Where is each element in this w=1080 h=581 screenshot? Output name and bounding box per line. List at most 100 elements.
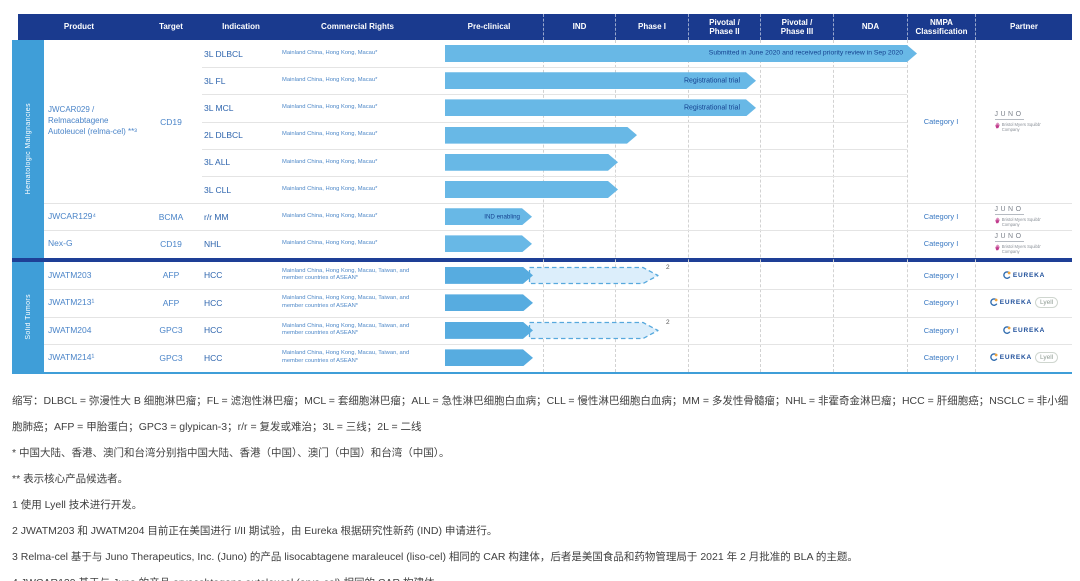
grid-line [833,40,834,372]
eureka-wordmark: EUREKA [999,299,1033,307]
column-header-nmpa: NMPA Classification [907,14,975,40]
nmpa-classification: Category I [923,325,959,335]
product-target: CD19 [160,116,182,127]
lyell-logo: Lyell [1035,352,1059,364]
column-header-ind: IND [543,14,615,40]
indication: 3L FL [204,75,226,86]
nmpa-classification: Category I [923,270,959,280]
phase-bar-preclinical: IND enabling [445,208,532,225]
partner-cell: JUNO Bristol Myers Squibb’ Company [975,203,1072,230]
eureka-icon [989,298,998,307]
column-header-commercial-rights: Commercial Rights [321,22,394,32]
partner-cell: JUNO Bristol Myers Squibb’ Company [975,230,1072,257]
footnote-ref: 2 [666,318,670,326]
grid-line [760,40,761,372]
commercial-rights: Mainland China, Hong Kong, Macau* [282,185,378,192]
eureka-logo: EUREKA [1002,271,1045,280]
nmpa-classification: Category I [923,353,959,363]
phase-bar-pivotal: Registrational trial [445,72,756,89]
phase-bar-phase1 [445,154,618,171]
indication: HCC [204,297,223,308]
nmpa-classification: Category I [923,117,959,127]
table-header: Product Target Indication Commercial Rig… [18,14,1072,40]
indication: 3L ALL [204,157,231,168]
eureka-wordmark: EUREKA [1012,271,1046,279]
footnote-3: 3 Relma-cel 基于与 Juno Therapeutics, Inc. … [12,551,858,563]
indication: HCC [204,352,223,363]
juno-wordmark: JUNO [994,110,1024,120]
section-label: Solid Tumors [24,293,32,340]
footnotes: 缩写：DLBCL = 弥漫性大 B 细胞淋巴瘤；FL = 滤泡性淋巴瘤；MCL … [12,388,1070,581]
nmpa-classification: Category I [923,212,959,222]
section-label: Hematologic Malignancies [24,103,32,195]
phase-bar-label: IND enabling [484,213,520,221]
phase-bar-preclinical [445,267,533,284]
eureka-logo: EUREKA [989,298,1032,307]
commercial-rights: Mainland China, Hong Kong, Macau, Taiwan… [282,267,410,282]
bms-company-label: Bristol Myers Squibb’ Company [1001,244,1041,255]
product-name: JWCAR129⁴ [48,211,97,222]
dashed-planned-phase-arrow [528,321,659,340]
commercial-rights: Mainland China, Hong Kong, Macau, Taiwan… [282,295,410,309]
footnote-abbreviations: 缩写：DLBCL = 弥漫性大 B 细胞淋巴瘤；FL = 滤泡性淋巴瘤；MCL … [12,395,1069,433]
column-header-indication: Indication [222,22,260,32]
eureka-icon [989,353,998,362]
footnote-2: 2 JWATM203 和 JWATM204 目前正在美国进行 I/II 期试验，… [12,525,498,537]
product-target: BCMA [158,211,184,222]
indication: 2L DLBCL [204,130,243,141]
juno-wordmark: JUNO [994,206,1024,216]
indication: HCC [204,325,223,336]
section-hematologic-malignancies: Hematologic Malignancies [12,40,44,258]
bms-hand-icon [994,122,1000,129]
phase-bar-pivotal: Registrational trial [445,99,756,116]
eureka-logo: EUREKA [1002,326,1045,335]
dashed-planned-phase-arrow [528,266,659,285]
juno-logo: JUNO Bristol Myers Squibb’ Company [994,206,1053,228]
product-target: AFP [162,270,180,281]
partner-cell: EUREKA Lyell [975,289,1072,317]
phase-bar-note: Submitted in June 2020 and received prio… [708,49,903,57]
product-name: JWATM213¹ [48,297,95,308]
pipeline-page: Product Target Indication Commercial Rig… [0,0,1080,581]
phase-bar-label: Registrational trial [683,77,740,85]
commercial-rights: Mainland China, Hong Kong, Macau* [282,131,378,138]
product-name: JWATM214¹ [48,352,95,363]
column-header-target: Target [159,22,183,32]
indication: HCC [204,270,223,281]
section-solid-tumors: Solid Tumors [12,261,44,372]
eureka-icon [1003,326,1011,334]
juno-logo: JUNO Bristol Myers Squibb’ Company [994,233,1053,255]
eureka-wordmark: EUREKA [1012,326,1046,334]
indication: 3L MCL [204,102,234,113]
phase-bar-phase1 [445,181,618,198]
partner-cell: EUREKA [975,262,1072,290]
column-header-product: Product [63,22,95,32]
nmpa-classification: Category I [923,298,959,308]
phase-bar-nda: Submitted in June 2020 and received prio… [445,45,917,62]
footnote-ref: 2 [666,263,670,271]
juno-wordmark: JUNO [994,233,1024,243]
phase-bar-preclinical [445,235,532,252]
product-target: CD19 [160,238,182,249]
phase-bar-preclinical [445,294,533,311]
indication: NHL [204,238,222,249]
eureka-icon [1003,271,1011,279]
phase-bar-phase1 [445,127,637,144]
partner-cell: JUNO Bristol Myers Squibb’ Company [975,40,1072,203]
column-header-preclinical: Pre-clinical [467,22,511,32]
product-target: GPC3 [159,325,183,336]
footnote-1: 1 使用 Lyell 技术进行开发。 [12,499,143,511]
commercial-rights: Mainland China, Hong Kong, Macau* [282,240,378,247]
bms-company-label: Bristol Myers Squibb’ Company [1001,121,1041,133]
product-target: AFP [162,297,180,308]
partner-cell: EUREKA [975,317,1072,345]
commercial-rights: Mainland China, Hong Kong, Macau* [282,158,378,165]
product-name: JWCAR029 / Relmacabtagene Autoleucel (re… [48,105,137,136]
bms-hand-icon [994,217,1000,224]
eureka-logo: EUREKA [989,353,1032,362]
lyell-logo: Lyell [1035,297,1059,309]
commercial-rights: Mainland China, Hong Kong, Macau, Taiwan… [282,350,410,364]
product-name: JWATM204 [48,324,92,335]
footnote-core-product: ** 表示核心产品候选者。 [12,473,129,485]
column-header-pivotal-phase3: Pivotal / Phase III [760,14,833,40]
